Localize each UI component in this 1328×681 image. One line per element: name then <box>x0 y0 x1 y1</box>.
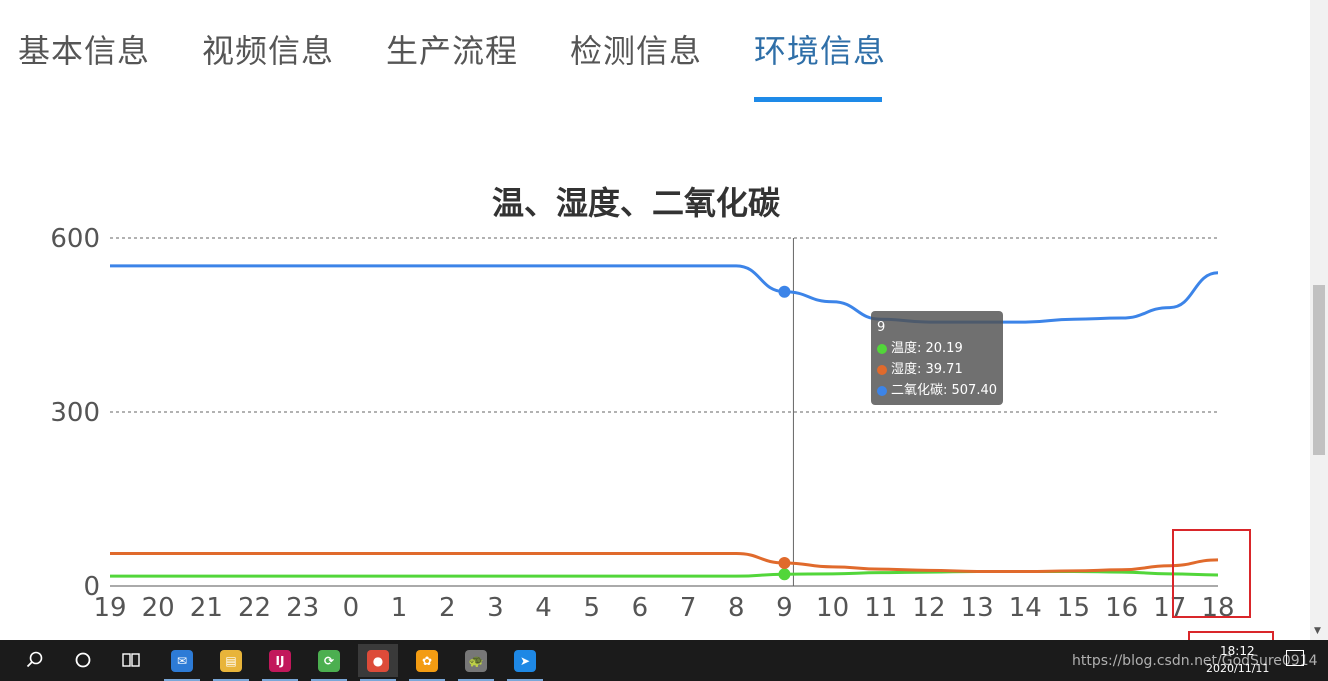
chart-title: 温、湿度、二氧化碳 <box>492 184 781 222</box>
feishu-app-glyph: ➤ <box>514 649 536 672</box>
refresh-app-icon[interactable]: ⟳ <box>309 644 349 681</box>
intellij-glyph: IJ <box>269 649 291 672</box>
tooltip-header: 9 <box>877 320 886 335</box>
search-icon[interactable] <box>20 645 50 675</box>
x-tick-label: 16 <box>1105 593 1138 623</box>
notification-center-icon[interactable] <box>1286 650 1304 666</box>
tooltip-row-temperature: 温度: 20.19 <box>877 338 1003 359</box>
x-tick-label: 21 <box>190 593 223 623</box>
scrollbar-thumb[interactable] <box>1313 285 1325 455</box>
tab-inspection-info[interactable]: 检测信息 <box>570 26 702 72</box>
y-tick-label: 600 <box>50 224 100 254</box>
clock-date[interactable]: 2020/11/11 <box>1206 662 1269 675</box>
x-tick-label: 2 <box>439 593 456 623</box>
chrome-icon[interactable]: ● <box>358 644 398 681</box>
x-tick-label: 10 <box>816 593 849 623</box>
x-tick-label: 20 <box>142 593 175 623</box>
turtle-app-icon[interactable]: 🐢 <box>456 644 496 681</box>
tab-production-process[interactable]: 生产流程 <box>386 26 518 72</box>
tooltip-row-co2: 二氧化碳: 507.40 <box>877 380 1003 401</box>
photos-app-glyph: ✿ <box>416 649 438 672</box>
co2-dot-icon <box>877 385 887 396</box>
x-tick-label: 8 <box>728 593 745 623</box>
chrome-glyph: ● <box>367 649 389 672</box>
x-tick-label: 11 <box>864 593 897 623</box>
cortana-circle-icon[interactable] <box>68 645 98 675</box>
x-tick-label: 19 <box>93 593 126 623</box>
mail-app-glyph: ✉ <box>171 649 193 672</box>
environment-chart: 温、湿度、二氧化碳 600300019 20 21 22 23 0 1 2 3 4 5 6 7 8 9 10 1… <box>50 184 1234 623</box>
series-line-1 <box>110 552 1219 573</box>
windows-taskbar: ✉ ▤ IJ ⟳ ● ✿ 🐢 ➤ https://blog.csdn.net/GodSure0… <box>0 640 1328 681</box>
photos-app-icon[interactable]: ✿ <box>407 644 447 681</box>
mail-app-icon[interactable]: ✉ <box>162 644 202 681</box>
x-tick-label: 14 <box>1009 593 1042 623</box>
highlight-box-last-hour <box>1172 529 1251 618</box>
file-explorer-glyph: ▤ <box>220 649 242 672</box>
turtle-app-glyph: 🐢 <box>465 649 487 672</box>
x-tick-label: 9 <box>776 593 793 623</box>
tab-bar: 基本信息 视频信息 生产流程 检测信息 环境信息 <box>0 0 1310 110</box>
url-overlay-text: https://blog.csdn.net/GodSure0914 <box>1072 653 1318 669</box>
chart-tooltip: 9 温度: 20.19 湿度: 39.71 二氧化碳: 507.40 <box>871 311 1003 405</box>
temperature-dot-icon <box>877 343 887 354</box>
x-tick-label: 5 <box>583 593 600 623</box>
feishu-app-icon[interactable]: ➤ <box>505 644 545 681</box>
file-explorer-icon[interactable]: ▤ <box>211 644 251 681</box>
series-point-2[interactable] <box>778 285 791 298</box>
tab-basic-info[interactable]: 基本信息 <box>18 26 150 72</box>
x-tick-label: 1 <box>391 593 408 623</box>
x-tick-label: 4 <box>535 593 552 623</box>
x-tick-label: 7 <box>680 593 697 623</box>
scroll-down-arrow-icon[interactable]: ▼ <box>1314 626 1321 636</box>
tooltip-temperature-label: 温度: 20.19 <box>891 341 963 356</box>
y-tick-label: 300 <box>50 398 100 428</box>
humidity-dot-icon <box>877 364 887 375</box>
series-point-0[interactable] <box>778 568 791 581</box>
tooltip-row-humidity: 湿度: 39.71 <box>877 359 1003 380</box>
x-tick-label: 12 <box>912 593 945 623</box>
clock-time[interactable]: 18:12 <box>1220 644 1255 658</box>
series-line-2 <box>109 264 1219 324</box>
x-tick-label: 3 <box>487 593 504 623</box>
series-point-1[interactable] <box>778 556 791 569</box>
tooltip-co2-label: 二氧化碳: 507.40 <box>891 383 997 398</box>
tab-video-info[interactable]: 视频信息 <box>202 26 334 72</box>
x-tick-label: 13 <box>961 593 994 623</box>
tab-environment-info[interactable]: 环境信息 <box>754 26 886 72</box>
x-tick-label: 0 <box>343 593 360 623</box>
intellij-icon[interactable]: IJ <box>260 644 300 681</box>
refresh-app-glyph: ⟳ <box>318 649 340 672</box>
x-tick-label: 22 <box>238 593 271 623</box>
active-tab-indicator <box>754 97 882 102</box>
tooltip-humidity-label: 湿度: 39.71 <box>891 362 963 377</box>
x-tick-label: 23 <box>286 593 319 623</box>
x-tick-label: 15 <box>1057 593 1090 623</box>
x-tick-label: 6 <box>632 593 649 623</box>
vertical-scrollbar[interactable]: ▼ <box>1310 0 1328 640</box>
task-view-icon[interactable] <box>116 645 146 675</box>
